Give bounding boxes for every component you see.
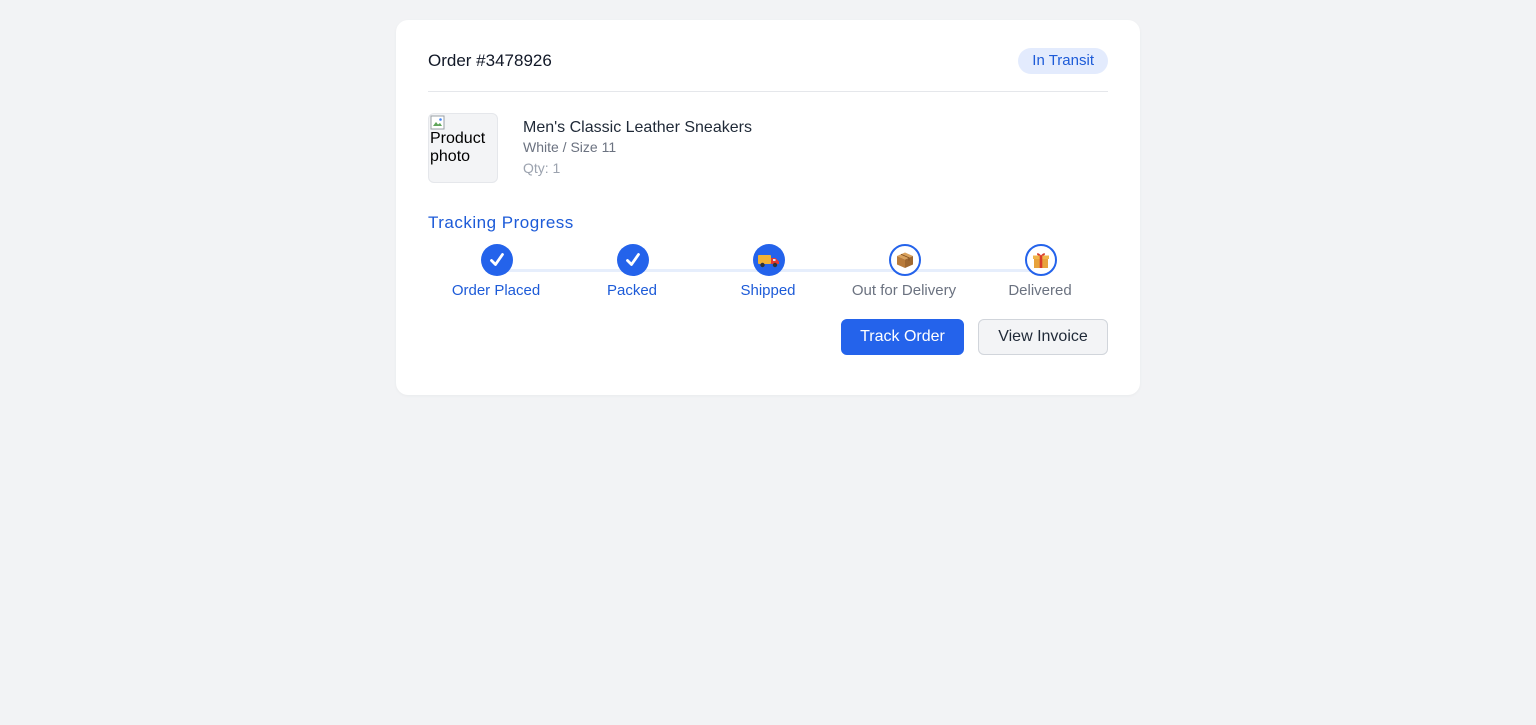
product-image-alt: Product photo: [430, 130, 486, 165]
step-marker: [617, 244, 649, 276]
step-marker: [753, 244, 785, 276]
broken-image-icon: [430, 115, 445, 130]
step-label: Order Placed: [451, 282, 541, 299]
gift-icon: [1033, 253, 1049, 268]
step-label: Delivered: [1008, 282, 1072, 299]
order-title: Order #3478926: [428, 51, 552, 70]
status-badge: In Transit: [1018, 48, 1108, 74]
package-icon: [897, 252, 913, 268]
tracking-title: Tracking Progress: [428, 213, 574, 232]
product-variant: White / Size 11: [523, 139, 617, 155]
step-marker: [1025, 244, 1057, 276]
step-label: Out for Delivery: [851, 282, 957, 299]
check-icon: [490, 253, 504, 266]
order-header: Order #3478926 In Transit: [428, 48, 1108, 92]
check-icon: [626, 253, 640, 266]
product-quantity: Qty: 1: [523, 160, 561, 176]
view-invoice-button[interactable]: View Invoice: [978, 319, 1108, 355]
order-card: Order #3478926 In Transit Product photo …: [396, 20, 1140, 395]
step-marker: [889, 244, 921, 276]
step-label: Packed: [606, 282, 658, 299]
truck-icon: [758, 255, 779, 268]
product-name: Men's Classic Leather Sneakers: [523, 119, 752, 136]
step-label: Shipped: [740, 282, 796, 299]
step-marker: [481, 244, 513, 276]
track-order-button[interactable]: Track Order: [841, 319, 964, 355]
product-image: Product photo: [428, 113, 498, 183]
